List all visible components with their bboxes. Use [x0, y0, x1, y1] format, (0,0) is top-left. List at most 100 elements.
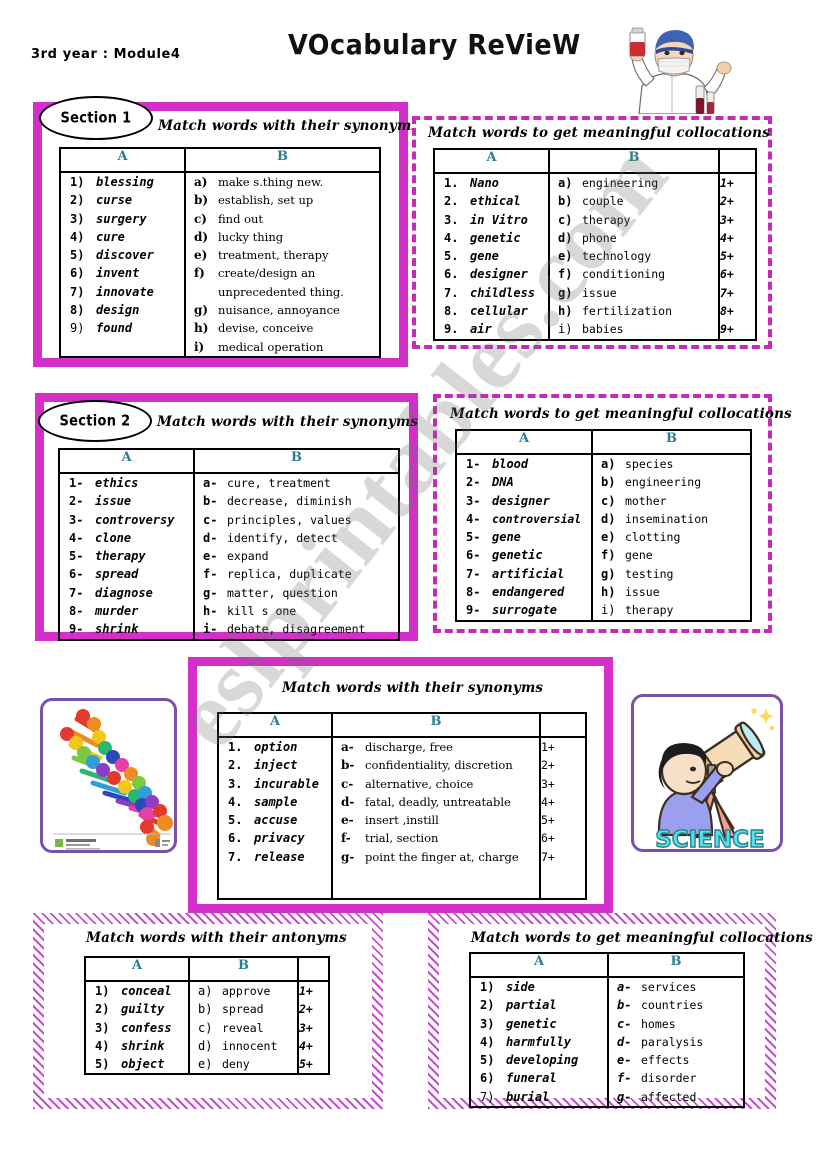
list-item[interactable]: 3) confess: [86, 1019, 188, 1037]
list-item[interactable]: 9) found: [61, 319, 184, 337]
answer-slot[interactable]: 4+: [299, 1037, 328, 1055]
list-item[interactable]: 7. childless: [435, 284, 548, 302]
list-item[interactable]: 3- controversy: [60, 511, 193, 529]
list-item[interactable]: e) treatment, therapy: [186, 246, 379, 264]
answer-slot[interactable]: 2+: [299, 1000, 328, 1018]
answer-slot[interactable]: 2+: [720, 192, 755, 210]
list-item[interactable]: 1- blood: [457, 455, 591, 473]
answer-slot[interactable]: 1+: [299, 982, 328, 1000]
list-item[interactable]: 4. genetic: [435, 229, 548, 247]
list-item[interactable]: g) issue: [550, 284, 718, 302]
list-item[interactable]: g-affected: [609, 1088, 743, 1106]
list-item[interactable]: a-services: [609, 978, 743, 996]
list-item[interactable]: b-countries: [609, 996, 743, 1014]
list-item[interactable]: f-trial, section: [333, 829, 539, 847]
list-item[interactable]: a) engineering: [550, 174, 718, 192]
list-item[interactable]: 8) design: [61, 301, 184, 319]
list-item[interactable]: 5) developing: [471, 1051, 607, 1069]
list-item[interactable]: f-replica, duplicate: [195, 565, 398, 583]
list-item[interactable]: 4- clone: [60, 529, 193, 547]
list-item[interactable]: i) babies: [550, 320, 718, 338]
list-item[interactable]: 9- shrink: [60, 620, 193, 638]
list-item[interactable]: 5- therapy: [60, 547, 193, 565]
list-item[interactable]: f) conditioning: [550, 265, 718, 283]
list-item[interactable]: e-insert ,instill: [333, 811, 539, 829]
list-item[interactable]: f) gene: [593, 546, 750, 564]
list-item[interactable]: d-fatal, deadly, untreatable: [333, 793, 539, 811]
list-item[interactable]: i) therapy: [593, 601, 750, 619]
answer-slot[interactable]: 1+: [541, 738, 585, 756]
list-item[interactable]: h) fertilization: [550, 302, 718, 320]
list-item[interactable]: 6) invent: [61, 264, 184, 282]
list-item[interactable]: g) nuisance, annoyance: [186, 301, 379, 319]
answer-slot[interactable]: 3+: [720, 211, 755, 229]
list-item[interactable]: h) devise, conceive: [186, 319, 379, 337]
list-item[interactable]: e-expand: [195, 547, 398, 565]
list-item[interactable]: a) species: [593, 455, 750, 473]
answer-slot[interactable]: 7+: [720, 284, 755, 302]
list-item[interactable]: 2- issue: [60, 492, 193, 510]
answer-slot[interactable]: 2+: [541, 756, 585, 774]
list-item[interactable]: b-confidentiality, discretion: [333, 756, 539, 774]
list-item[interactable]: c-alternative, choice: [333, 775, 539, 793]
list-item[interactable]: f-disorder: [609, 1069, 743, 1087]
list-item[interactable]: e) deny: [190, 1055, 297, 1073]
list-item[interactable]: d) lucky thing: [186, 228, 379, 246]
list-item[interactable]: 6- genetic: [457, 546, 591, 564]
list-item[interactable]: g-point the finger at, charge: [333, 848, 539, 866]
list-item[interactable]: 4- controversial: [457, 510, 591, 528]
list-item[interactable]: 7- diagnose: [60, 584, 193, 602]
list-item[interactable]: 8- endangered: [457, 583, 591, 601]
list-item[interactable]: i) medical operation: [186, 338, 379, 356]
answer-slot[interactable]: 6+: [720, 265, 755, 283]
answer-slot[interactable]: 4+: [720, 229, 755, 247]
list-item[interactable]: e) clotting: [593, 528, 750, 546]
list-item[interactable]: 2. inject: [219, 756, 331, 774]
answer-slot[interactable]: 3+: [299, 1019, 328, 1037]
list-item[interactable]: c) reveal: [190, 1019, 297, 1037]
list-item[interactable]: c-principles, values: [195, 511, 398, 529]
list-item[interactable]: b) couple: [550, 192, 718, 210]
list-item[interactable]: 2) partial: [471, 996, 607, 1014]
list-item[interactable]: 5. accuse: [219, 811, 331, 829]
list-item[interactable]: c) mother: [593, 492, 750, 510]
list-item[interactable]: 1) side: [471, 978, 607, 996]
list-item[interactable]: d) phone: [550, 229, 718, 247]
list-item[interactable]: 6. designer: [435, 265, 548, 283]
list-item[interactable]: b) spread: [190, 1000, 297, 1018]
answer-slot[interactable]: 4+: [541, 793, 585, 811]
list-item[interactable]: a) approve: [190, 982, 297, 1000]
list-item[interactable]: d-paralysis: [609, 1033, 743, 1051]
list-item[interactable]: 1) conceal: [86, 982, 188, 1000]
list-item[interactable]: 2) guilty: [86, 1000, 188, 1018]
list-item[interactable]: 3) surgery: [61, 210, 184, 228]
list-item[interactable]: 6) funeral: [471, 1069, 607, 1087]
list-item[interactable]: 9. air: [435, 320, 548, 338]
list-item[interactable]: e-effects: [609, 1051, 743, 1069]
list-item[interactable]: d-identify, detect: [195, 529, 398, 547]
list-item[interactable]: d) innocent: [190, 1037, 297, 1055]
list-item[interactable]: a) make s.thing new.: [186, 173, 379, 191]
list-item[interactable]: f) create/design an: [186, 264, 379, 282]
list-item[interactable]: 3. incurable: [219, 775, 331, 793]
list-item[interactable]: 1) blessing: [61, 173, 184, 191]
list-item[interactable]: e) technology: [550, 247, 718, 265]
list-item[interactable]: g-matter, question: [195, 584, 398, 602]
list-item[interactable]: 6- spread: [60, 565, 193, 583]
list-item[interactable]: 4) shrink: [86, 1037, 188, 1055]
list-item[interactable]: 2) curse: [61, 191, 184, 209]
list-item[interactable]: i-debate, disagreement: [195, 620, 398, 638]
answer-slot[interactable]: 5+: [299, 1055, 328, 1073]
list-item[interactable]: 5) object: [86, 1055, 188, 1073]
list-item[interactable]: 4. sample: [219, 793, 331, 811]
list-item[interactable]: 6. privacy: [219, 829, 331, 847]
list-item[interactable]: h) issue: [593, 583, 750, 601]
list-item[interactable]: 1. Nano: [435, 174, 548, 192]
list-item[interactable]: 4) cure: [61, 228, 184, 246]
answer-slot[interactable]: 5+: [541, 811, 585, 829]
list-item[interactable]: 7) innovate: [61, 283, 184, 301]
answer-slot[interactable]: 8+: [720, 302, 755, 320]
list-item[interactable]: 3. in Vitro: [435, 211, 548, 229]
list-item[interactable]: 3) genetic: [471, 1015, 607, 1033]
list-item[interactable]: c-homes: [609, 1015, 743, 1033]
